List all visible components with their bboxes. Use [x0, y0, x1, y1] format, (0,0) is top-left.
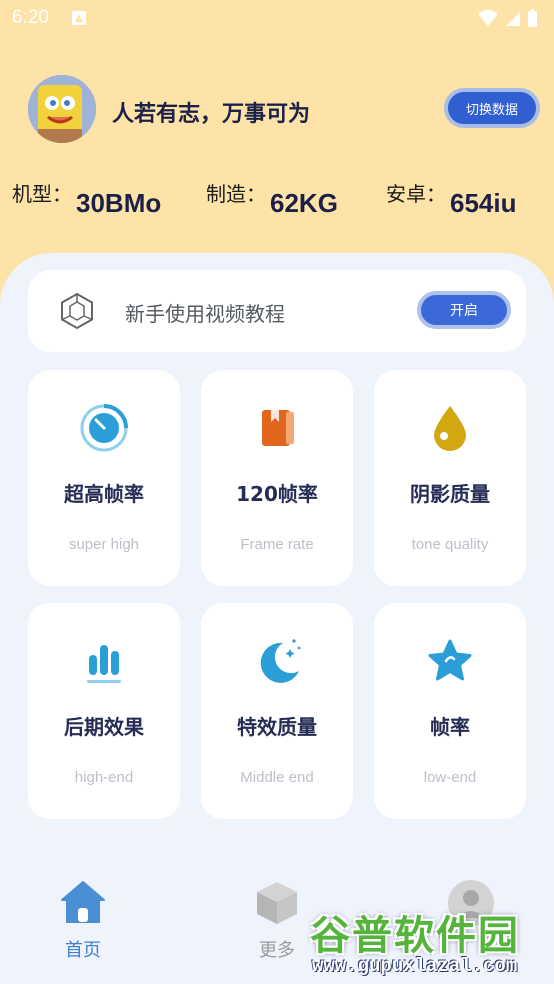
card-subtitle: low-end — [423, 769, 477, 786]
timer-icon — [80, 404, 128, 452]
watermark: 谷普软件园 www.gupuxlazal.com — [304, 895, 554, 984]
book-icon — [262, 410, 294, 446]
star-icon — [428, 639, 472, 681]
spec-model-label: 机型： — [12, 182, 72, 206]
spec-android-label: 安卓： — [386, 182, 446, 206]
card-subtitle: tone quality — [411, 536, 489, 553]
open-button[interactable]: 开启 — [417, 291, 511, 329]
signal-battery-icons — [478, 9, 537, 27]
cube-icon — [257, 882, 297, 924]
bar-chart-icon — [87, 645, 121, 683]
home-icon — [61, 881, 105, 923]
drop-icon — [434, 406, 466, 451]
card-title: 后期效果 — [64, 715, 144, 739]
watermark-url: www.gupuxlazal.com — [312, 955, 518, 977]
watermark-title: 谷普软件园 — [310, 913, 520, 959]
card-tone-quality[interactable]: 阴影质量 tone quality — [374, 370, 526, 586]
nav-home-label: 首页 — [65, 940, 101, 961]
card-title: 超高帧率 — [64, 482, 144, 506]
tutorial-bar[interactable]: 新手使用视频教程 开启 — [28, 270, 526, 352]
card-frame-rate[interactable]: 120帧率 Frame rate — [201, 370, 353, 586]
card-subtitle: super high — [68, 536, 140, 553]
card-post-effects[interactable]: 后期效果 high-end — [28, 603, 180, 819]
status-bar: 6:20 — [0, 0, 554, 38]
hexagon-icon — [61, 292, 93, 330]
card-frame[interactable]: 帧率 low-end — [374, 603, 526, 819]
card-title: 120帧率 — [236, 482, 318, 506]
switch-data-button[interactable]: 切换数据 — [444, 88, 540, 128]
spec-make-label: 制造： — [206, 182, 266, 206]
spec-model-value: 30BMo — [76, 188, 162, 218]
card-subtitle: high-end — [74, 769, 134, 786]
motto-title: 人若有志，万事可为 — [112, 102, 311, 127]
card-title: 特效质量 — [237, 715, 317, 739]
card-super-high[interactable]: 超高帧率 super high — [28, 370, 180, 586]
header: 人若有志，万事可为 切换数据 机型： 30BMo 制造： 62KG 安卓： 65… — [0, 60, 554, 260]
notification-icon — [72, 11, 86, 25]
spec-make-value: 62KG — [270, 188, 338, 218]
avatar[interactable] — [28, 75, 96, 143]
tutorial-text: 新手使用视频教程 — [125, 302, 285, 326]
avatar-image — [28, 75, 96, 143]
moon-icon — [260, 639, 301, 683]
card-effects-quality[interactable]: 特效质量 Middle end — [201, 603, 353, 819]
card-title: 阴影质量 — [410, 482, 490, 506]
status-time: 6:20 — [12, 7, 49, 28]
card-subtitle: Middle end — [240, 769, 314, 786]
card-title: 帧率 — [430, 715, 470, 739]
card-subtitle: Frame rate — [240, 536, 314, 553]
spec-android-value: 654iu — [450, 188, 517, 218]
